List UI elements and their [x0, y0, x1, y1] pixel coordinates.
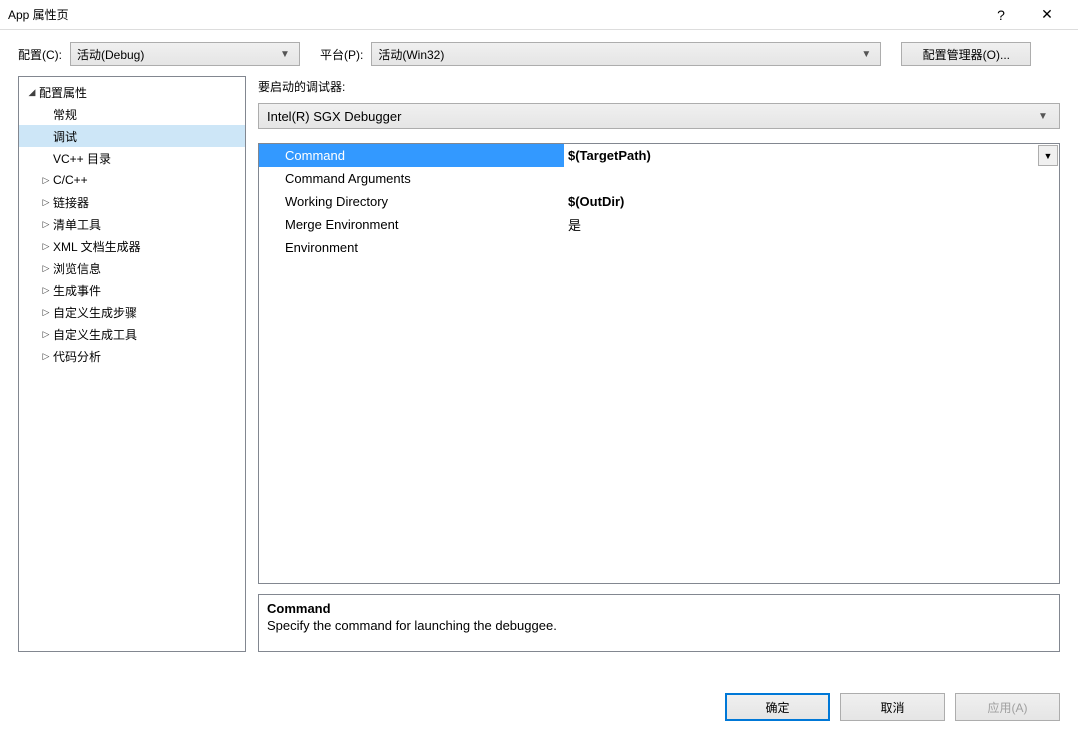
config-dropdown-value: 活动(Debug) [77, 46, 277, 63]
tree-item-label: 链接器 [53, 194, 89, 211]
config-label: 配置(C): [18, 46, 62, 63]
tree-panel[interactable]: ◢ 配置属性 常规调试VC++ 目录▷C/C++▷链接器▷清单工具▷XML 文档… [18, 76, 246, 652]
property-row[interactable]: Working Directory $(OutDir) [259, 190, 1059, 213]
tree-item[interactable]: ▷链接器 [19, 191, 245, 213]
property-value-text: $(TargetPath) [568, 148, 651, 163]
debugger-dropdown[interactable]: Intel(R) SGX Debugger ▼ [258, 103, 1060, 129]
property-row[interactable]: Environment [259, 236, 1059, 259]
tree-item[interactable]: VC++ 目录 [19, 147, 245, 169]
expander-closed-icon[interactable]: ▷ [39, 329, 53, 340]
chevron-down-icon: ▼ [1035, 111, 1051, 122]
tree-item-root[interactable]: ◢ 配置属性 [19, 81, 245, 103]
config-manager-button[interactable]: 配置管理器(O)... [901, 42, 1031, 66]
description-text: Specify the command for launching the de… [267, 618, 1051, 633]
tree-item-label: 生成事件 [53, 282, 101, 299]
platform-label: 平台(P): [320, 46, 363, 63]
platform-dropdown-value: 活动(Win32) [378, 46, 858, 63]
titlebar: App 属性页 ? ✕ [0, 0, 1078, 30]
tree-item[interactable]: ▷生成事件 [19, 279, 245, 301]
tree-item[interactable]: ▷代码分析 [19, 345, 245, 367]
tree-item[interactable]: ▷清单工具 [19, 213, 245, 235]
expander-closed-icon[interactable]: ▷ [39, 285, 53, 296]
tree-item[interactable]: ▷XML 文档生成器 [19, 235, 245, 257]
property-name: Environment [259, 236, 564, 259]
property-value-text: $(OutDir) [568, 194, 624, 209]
chevron-down-icon: ▼ [277, 49, 293, 60]
property-name: Merge Environment [259, 213, 564, 236]
ok-button[interactable]: 确定 [725, 693, 830, 721]
debugger-label: 要启动的调试器: [258, 76, 1060, 95]
dialog-buttons: 确定 取消 应用(A) [725, 693, 1060, 721]
titlebar-buttons: ? ✕ [978, 0, 1070, 30]
main-area: ◢ 配置属性 常规调试VC++ 目录▷C/C++▷链接器▷清单工具▷XML 文档… [0, 76, 1078, 652]
tree-item-label: 自定义生成工具 [53, 326, 137, 343]
tree-item-label: XML 文档生成器 [53, 238, 141, 255]
property-value[interactable] [564, 236, 1059, 259]
right-panel: 要启动的调试器: Intel(R) SGX Debugger ▼ Command… [258, 76, 1060, 652]
tree-item[interactable]: ▷浏览信息 [19, 257, 245, 279]
platform-dropdown[interactable]: 活动(Win32) ▼ [371, 42, 881, 66]
properties-grid: Command $(TargetPath) ▼ Command ArgumentsWo… [258, 143, 1060, 584]
description-panel: Command Specify the command for launchin… [258, 594, 1060, 652]
tree-item[interactable]: ▷C/C++ [19, 169, 245, 191]
close-button[interactable]: ✕ [1024, 0, 1070, 30]
property-name: Command [259, 144, 564, 167]
tree-item-label: 自定义生成步骤 [53, 304, 137, 321]
tree-item-label: 调试 [53, 128, 77, 145]
property-name: Working Directory [259, 190, 564, 213]
config-dropdown[interactable]: 活动(Debug) ▼ [70, 42, 300, 66]
property-row[interactable]: Command $(TargetPath) ▼ [259, 144, 1059, 167]
cancel-button[interactable]: 取消 [840, 693, 945, 721]
expander-closed-icon[interactable]: ▷ [39, 241, 53, 252]
tree-item-label: 代码分析 [53, 348, 101, 365]
expander-closed-icon[interactable]: ▷ [39, 197, 53, 208]
help-button[interactable]: ? [978, 0, 1024, 30]
expander-closed-icon[interactable]: ▷ [39, 307, 53, 318]
tree-item-label: VC++ 目录 [53, 150, 111, 167]
expander-open-icon[interactable]: ◢ [25, 87, 39, 98]
property-dropdown-button[interactable]: ▼ [1038, 145, 1058, 166]
expander-closed-icon[interactable]: ▷ [39, 219, 53, 230]
expander-closed-icon[interactable]: ▷ [39, 175, 53, 186]
tree-item-label: 常规 [53, 106, 77, 123]
tree-item-label: 配置属性 [39, 84, 87, 101]
tree-item-label: C/C++ [53, 173, 88, 187]
config-row: 配置(C): 活动(Debug) ▼ 平台(P): 活动(Win32) ▼ 配置… [0, 30, 1078, 76]
expander-closed-icon[interactable]: ▷ [39, 351, 53, 362]
property-value[interactable]: 是 [564, 213, 1059, 236]
debugger-dropdown-value: Intel(R) SGX Debugger [267, 109, 401, 124]
grid-body: Command $(TargetPath) ▼ Command ArgumentsWo… [259, 144, 1059, 583]
tree-item[interactable]: ▷自定义生成步骤 [19, 301, 245, 323]
property-value[interactable]: $(TargetPath) ▼ [564, 144, 1059, 167]
tree-item-label: 清单工具 [53, 216, 101, 233]
window-title: App 属性页 [8, 6, 978, 23]
property-name: Command Arguments [259, 167, 564, 190]
property-row[interactable]: Command Arguments [259, 167, 1059, 190]
chevron-down-icon: ▼ [858, 49, 874, 60]
tree-item[interactable]: 常规 [19, 103, 245, 125]
tree-item[interactable]: 调试 [19, 125, 245, 147]
tree-item[interactable]: ▷自定义生成工具 [19, 323, 245, 345]
expander-closed-icon[interactable]: ▷ [39, 263, 53, 274]
property-value[interactable] [564, 167, 1059, 190]
description-title: Command [267, 601, 1051, 616]
property-row[interactable]: Merge Environment是 [259, 213, 1059, 236]
property-value[interactable]: $(OutDir) [564, 190, 1059, 213]
property-value-text: 是 [568, 215, 581, 234]
tree-item-label: 浏览信息 [53, 260, 101, 277]
apply-button: 应用(A) [955, 693, 1060, 721]
